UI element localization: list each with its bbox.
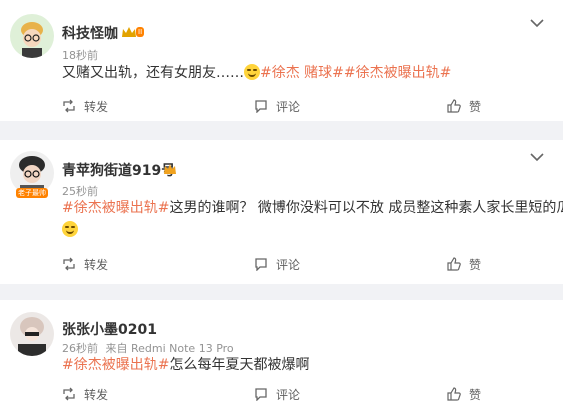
like-button[interactable]: 赞 — [447, 249, 481, 279]
like-label: 赞 — [469, 387, 482, 402]
vip-crown-icon — [163, 161, 177, 180]
repost-label: 转发 — [84, 99, 109, 114]
level-badge: II — [136, 27, 145, 37]
repost-icon — [63, 257, 75, 271]
action-bar: 转发 评论 赞 — [0, 379, 563, 409]
like-button[interactable]: 赞 — [447, 91, 481, 121]
comment-label: 评论 — [276, 387, 301, 402]
comment-body: 这男的谁啊？ 微博你没料可以不放 成员整这种素人家长里短的瓜 — [169, 200, 563, 216]
repost-label: 转发 — [84, 387, 109, 402]
comment-text: #徐杰被曝出轨#怎么每年夏天都被爆啊 — [62, 354, 309, 376]
hashtag[interactable]: #徐杰被曝出轨# — [344, 65, 451, 81]
action-bar: 转发 评论 赞 — [0, 91, 563, 121]
comment-card: 老子最帅 青苹狗街道919号 25秒前 #徐杰被曝出轨#这男的谁啊？ 微博你没料… — [0, 140, 563, 284]
repost-icon — [63, 99, 75, 113]
repost-button[interactable]: 转发 — [62, 91, 108, 121]
like-label: 赞 — [469, 99, 482, 114]
comment-icon — [255, 258, 267, 271]
repost-button[interactable]: 转发 — [62, 249, 108, 279]
like-icon — [447, 99, 461, 113]
comment-icon — [255, 388, 267, 401]
comment-card: 张张小墨0201 26秒前 来自 Redmi Note 13 Pro #徐杰被曝… — [0, 300, 563, 409]
comment-body: 又赌又出轨，还有女朋友…… — [62, 65, 244, 81]
comment-button[interactable]: 评论 — [254, 249, 300, 279]
comment-label: 评论 — [276, 99, 301, 114]
repost-icon — [63, 387, 75, 401]
like-icon — [447, 257, 461, 271]
hashtag[interactable]: #徐杰被曝出轨# — [62, 200, 169, 216]
action-bar: 转发 评论 赞 — [0, 249, 563, 279]
username[interactable]: 青苹狗街道919号 — [62, 160, 175, 180]
comment-button[interactable]: 评论 — [254, 379, 300, 409]
laugh-emoji-icon — [244, 64, 260, 80]
like-button[interactable]: 赞 — [447, 379, 481, 409]
chevron-down-icon[interactable] — [529, 18, 545, 28]
username[interactable]: 科技怪咖 — [62, 23, 118, 43]
laugh-emoji-icon — [62, 221, 78, 237]
username[interactable]: 张张小墨0201 — [62, 319, 157, 339]
like-icon — [447, 387, 461, 401]
vip-crown-icon — [121, 24, 137, 43]
repost-label: 转发 — [84, 257, 109, 272]
comment-label: 评论 — [276, 257, 301, 272]
comment-body: 怎么每年夏天都被爆啊 — [169, 357, 310, 373]
chevron-down-icon[interactable] — [529, 152, 545, 162]
avatar[interactable] — [10, 312, 54, 356]
avatar[interactable] — [10, 14, 54, 58]
like-label: 赞 — [469, 257, 482, 272]
avatar-badge: 老子最帅 — [16, 188, 48, 198]
comment-text-line2 — [62, 219, 78, 241]
comment-icon — [255, 100, 267, 113]
hashtag[interactable]: #徐杰 赌球# — [260, 65, 344, 81]
comment-card: 科技怪咖 II 18秒前 又赌又出轨，还有女朋友…… #徐杰 赌球##徐杰被曝出轨… — [0, 0, 563, 121]
comment-text: #徐杰被曝出轨#这男的谁啊？ 微博你没料可以不放 成员整这种素人家长里短的瓜 — [62, 197, 563, 219]
comment-button[interactable]: 评论 — [254, 91, 300, 121]
repost-button[interactable]: 转发 — [62, 379, 108, 409]
hashtag[interactable]: #徐杰被曝出轨# — [62, 357, 169, 373]
comment-text: 又赌又出轨，还有女朋友…… #徐杰 赌球##徐杰被曝出轨# — [62, 62, 451, 84]
timestamp[interactable]: 18秒前 — [62, 47, 98, 63]
